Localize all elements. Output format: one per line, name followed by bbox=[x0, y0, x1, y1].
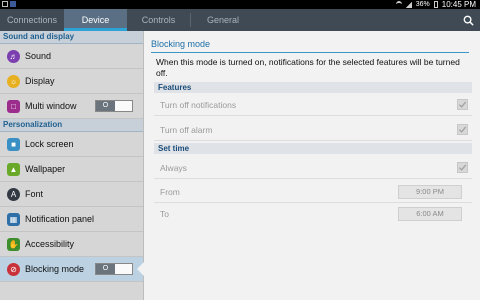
title-divider bbox=[151, 52, 469, 53]
turn-off-alarm-checkbox[interactable] bbox=[457, 124, 468, 135]
sidebar-item-label: Sound bbox=[25, 51, 52, 61]
section-header-sound-display: Sound and display bbox=[0, 31, 143, 44]
set-time-header: Set time bbox=[154, 143, 472, 154]
tab-controls[interactable]: Controls bbox=[127, 9, 190, 31]
checkmark-icon bbox=[458, 126, 467, 133]
turn-off-alarm-label: Turn off alarm bbox=[160, 125, 213, 135]
turn-off-notifications-checkbox[interactable] bbox=[457, 99, 468, 110]
sidebar-item-sound[interactable]: ♬ Sound bbox=[0, 44, 143, 69]
sidebar-item-label: Accessibility bbox=[25, 239, 75, 249]
sidebar-item-blocking-mode[interactable]: ⊘ Blocking mode O bbox=[0, 257, 144, 282]
settings-sidebar: Sound and display ♬ Sound ☼ Display □ Mu… bbox=[0, 31, 144, 300]
clock: 10:45 PM bbox=[441, 0, 476, 9]
status-bar: 36% 10:45 PM bbox=[0, 0, 480, 9]
sidebar-item-label: Multi window bbox=[25, 101, 77, 111]
toggle-knob bbox=[115, 264, 132, 274]
tab-bar: Connections Device Controls General bbox=[0, 9, 480, 31]
facebook-icon bbox=[10, 1, 16, 7]
sidebar-item-multi-window[interactable]: □ Multi window O bbox=[0, 94, 143, 119]
to-label: To bbox=[160, 209, 169, 219]
sidebar-item-wallpaper[interactable]: ▲ Wallpaper bbox=[0, 157, 143, 182]
tab-device[interactable]: Device bbox=[64, 9, 127, 31]
multi-window-icon: □ bbox=[7, 99, 20, 113]
tab-connections[interactable]: Connections bbox=[0, 9, 64, 31]
page-title: Blocking mode bbox=[151, 39, 211, 49]
wifi-icon bbox=[395, 1, 402, 8]
always-checkbox[interactable] bbox=[457, 162, 468, 173]
turn-off-alarm-row[interactable]: Turn off alarm bbox=[154, 119, 472, 141]
sidebar-item-label: Font bbox=[25, 189, 44, 199]
display-icon: ☼ bbox=[7, 74, 20, 88]
sidebar-item-label: Display bbox=[25, 76, 55, 86]
to-time-button[interactable]: 6:00 AM bbox=[398, 207, 462, 221]
features-header: Features bbox=[154, 82, 472, 93]
sidebar-item-font[interactable]: A Font bbox=[0, 182, 143, 207]
from-time-button[interactable]: 9:00 PM bbox=[398, 185, 462, 199]
blocking-mode-toggle[interactable]: O bbox=[95, 263, 133, 275]
to-row: To 6:00 AM bbox=[154, 203, 472, 225]
battery-icon bbox=[433, 1, 438, 8]
wallpaper-icon: ▲ bbox=[7, 162, 20, 176]
selection-pointer bbox=[137, 262, 144, 276]
tab-general[interactable]: General bbox=[191, 9, 255, 31]
blocking-mode-panel: Blocking mode When this mode is turned o… bbox=[144, 31, 480, 300]
notification-icon bbox=[2, 1, 8, 7]
sidebar-item-display[interactable]: ☼ Display bbox=[0, 69, 143, 94]
sidebar-item-label: Lock screen bbox=[25, 139, 74, 149]
sidebar-item-accessibility[interactable]: ✋ Accessibility bbox=[0, 232, 143, 257]
description-text: When this mode is turned on, notificatio… bbox=[156, 57, 460, 78]
sidebar-item-label: Notification panel bbox=[25, 214, 95, 224]
from-label: From bbox=[160, 187, 180, 197]
notification-icons bbox=[2, 1, 16, 7]
toggle-off-state: O bbox=[96, 101, 115, 111]
sidebar-item-notification-panel[interactable]: ▦ Notification panel bbox=[0, 207, 143, 232]
notification-panel-icon: ▦ bbox=[7, 212, 20, 226]
signal-icon bbox=[405, 1, 412, 8]
sidebar-item-lock-screen[interactable]: ■ Lock screen bbox=[0, 132, 143, 157]
always-row[interactable]: Always bbox=[154, 157, 472, 179]
sound-icon: ♬ bbox=[7, 49, 20, 63]
section-header-personalization: Personalization bbox=[0, 119, 143, 132]
accessibility-icon: ✋ bbox=[7, 237, 20, 251]
font-icon: A bbox=[7, 187, 20, 201]
lock-icon: ■ bbox=[7, 137, 20, 151]
turn-off-notifications-label: Turn off notifications bbox=[160, 100, 237, 110]
battery-percent: 36% bbox=[415, 1, 430, 8]
always-label: Always bbox=[160, 163, 187, 173]
search-icon bbox=[463, 15, 474, 26]
from-row: From 9:00 PM bbox=[154, 181, 472, 203]
toggle-knob bbox=[115, 101, 132, 111]
turn-off-notifications-row[interactable]: Turn off notifications bbox=[154, 94, 472, 116]
checkmark-icon bbox=[458, 164, 467, 171]
multi-window-toggle[interactable]: O bbox=[95, 100, 133, 112]
sidebar-item-label: Wallpaper bbox=[25, 164, 66, 174]
search-button[interactable] bbox=[456, 9, 480, 31]
toggle-off-state: O bbox=[96, 264, 115, 274]
blocking-mode-icon: ⊘ bbox=[7, 262, 20, 276]
checkmark-icon bbox=[458, 101, 467, 108]
sidebar-item-label: Blocking mode bbox=[25, 264, 85, 274]
